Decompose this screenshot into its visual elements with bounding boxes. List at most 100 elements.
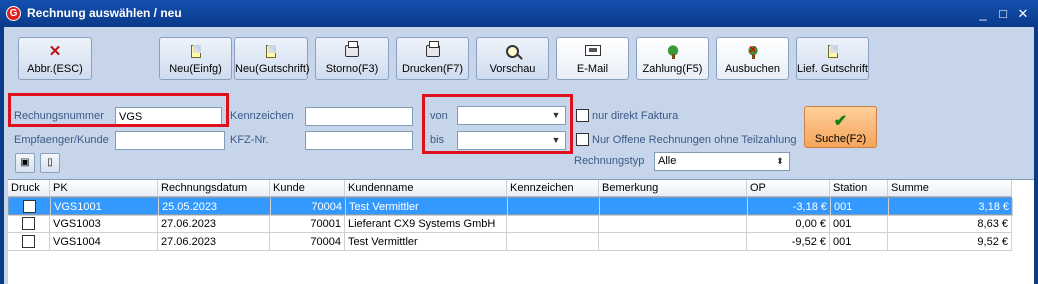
plate-input[interactable] — [305, 107, 413, 126]
storno-button[interactable]: Storno(F3) — [315, 37, 389, 80]
highlight-box-invoice-number — [8, 93, 229, 127]
cell-sum: 9,52 € — [888, 233, 1012, 251]
column-header-sum[interactable]: Summe — [888, 180, 1012, 197]
print-checkbox[interactable] — [22, 235, 35, 248]
column-header-print[interactable]: Druck — [8, 180, 50, 197]
column-header-note[interactable]: Bemerkung — [599, 180, 747, 197]
column-header-customer[interactable]: Kunde — [270, 180, 345, 197]
title-bar: G Rechnung auswählen / neu _ □ ✕ — [0, 0, 1038, 27]
cell-customer: 70004 — [270, 233, 345, 251]
cell-pk: VGS1004 — [50, 233, 158, 251]
supplier-credit-icon — [827, 45, 838, 58]
new-button-label: Neu(Einfg) — [169, 63, 222, 75]
storno-button-label: Storno(F3) — [325, 63, 379, 75]
checkmark-icon: ✔ — [833, 113, 848, 130]
spin-updown-icon[interactable]: ⬍ — [773, 154, 787, 169]
collapse-icon: ▯ — [47, 157, 53, 168]
cell-date: 27.06.2023 — [158, 215, 270, 233]
cancel-button[interactable]: ✕ Abbr.(ESC) — [18, 37, 92, 80]
collapse-all-button[interactable]: ▯ — [40, 153, 60, 173]
new-button[interactable]: Neu(Einfg) — [159, 37, 232, 80]
cell-customer: 70004 — [271, 198, 346, 216]
maximize-button[interactable]: □ — [996, 7, 1010, 21]
new-document-icon — [190, 45, 201, 58]
invoice-table: Druck PK Rechnungsdatum Kunde Kundenname… — [8, 179, 1034, 284]
cancel-x-icon: ✕ — [48, 43, 62, 60]
cell-op: -9,52 € — [747, 233, 830, 251]
cell-sum: 8,63 € — [888, 215, 1012, 233]
client-area: ✕ Abbr.(ESC) Neu(Einfg) Neu(Gutschrift) … — [4, 27, 1034, 284]
cell-customer-name: Test Vermittler — [345, 233, 507, 251]
email-icon — [584, 45, 601, 56]
print-button[interactable]: Drucken(F7) — [396, 37, 469, 80]
print-checkbox[interactable] — [22, 217, 35, 230]
cell-station: 001 — [830, 215, 888, 233]
supplier-credit-button-label: Lief. Gutschrift — [797, 63, 868, 75]
cell-plate — [508, 198, 600, 216]
direct-billing-label: nur direkt Faktura — [592, 110, 679, 122]
credit-document-icon — [266, 45, 276, 58]
book-out-button[interactable]: Ausbuchen — [716, 37, 789, 80]
payment-button[interactable]: Zahlung(F5) — [636, 37, 709, 80]
email-button-label: E-Mail — [576, 63, 609, 75]
minimize-button[interactable]: _ — [976, 7, 990, 21]
column-header-station[interactable]: Station — [830, 180, 888, 197]
table-row[interactable]: VGS1003 27.06.2023 70001 Lieferant CX9 S… — [8, 215, 1012, 233]
cancel-button-label: Abbr.(ESC) — [27, 63, 83, 75]
open-only-checkbox[interactable] — [576, 133, 589, 146]
expand-all-button[interactable]: ▣ — [15, 153, 35, 173]
recipient-label: Empfaenger/Kunde — [14, 134, 109, 146]
cell-note — [599, 233, 747, 251]
email-button[interactable]: E-Mail — [556, 37, 629, 80]
table-row[interactable]: VGS1001 25.05.2023 70004 Test Vermittler… — [8, 197, 1013, 216]
payment-tree-icon — [665, 45, 680, 59]
vin-input[interactable] — [305, 131, 413, 150]
cell-date: 27.06.2023 — [158, 233, 270, 251]
cell-station: 001 — [830, 233, 888, 251]
close-button[interactable]: ✕ — [1016, 7, 1030, 21]
cell-customer: 70001 — [270, 215, 345, 233]
cell-pk: VGS1001 — [51, 198, 159, 216]
cell-customer-name: Lieferant CX9 Systems GmbH — [345, 215, 507, 233]
storno-printer-icon — [345, 41, 359, 57]
new-credit-button[interactable]: Neu(Gutschrift) — [234, 37, 310, 80]
supplier-credit-button[interactable]: Lief. Gutschrift — [796, 37, 869, 80]
plate-label: Kennzeichen — [230, 110, 294, 122]
magnifier-icon — [506, 45, 519, 58]
cell-note — [600, 198, 748, 216]
invoice-type-value: Alle — [658, 155, 677, 167]
expand-icon: ▣ — [20, 157, 30, 168]
book-out-tree-icon — [745, 45, 760, 59]
column-header-plate[interactable]: Kennzeichen — [507, 180, 599, 197]
invoice-type-label: Rechnungstyp — [574, 155, 645, 167]
printer-icon — [425, 41, 440, 57]
app-icon: G — [6, 6, 21, 21]
new-credit-button-label: Neu(Gutschrift) — [235, 63, 310, 75]
cell-customer-name: Test Vermittler — [346, 198, 508, 216]
search-button[interactable]: ✔ Suche(F2) — [804, 106, 877, 148]
invoice-type-select[interactable]: Alle ⬍ — [654, 152, 790, 171]
cell-station: 001 — [831, 198, 889, 216]
column-header-customer-name[interactable]: Kundenname — [345, 180, 507, 197]
column-header-pk[interactable]: PK — [50, 180, 158, 197]
cell-op: 0,00 € — [747, 215, 830, 233]
cell-note — [599, 215, 747, 233]
cell-plate — [507, 215, 599, 233]
column-header-date[interactable]: Rechnungsdatum — [158, 180, 270, 197]
column-header-op[interactable]: OP — [747, 180, 830, 197]
highlight-box-date-range — [422, 94, 573, 154]
preview-button[interactable]: Vorschau — [476, 37, 549, 80]
window-title: Rechnung auswählen / neu — [27, 6, 182, 20]
direct-billing-checkbox[interactable] — [576, 109, 589, 122]
payment-button-label: Zahlung(F5) — [642, 63, 703, 75]
recipient-input[interactable] — [115, 131, 225, 150]
table-row[interactable]: VGS1004 27.06.2023 70004 Test Vermittler… — [8, 233, 1012, 251]
cell-op: -3,18 € — [748, 198, 831, 216]
open-only-label: Nur Offene Rechnungen ohne Teilzahlung — [592, 134, 797, 146]
print-button-label: Drucken(F7) — [401, 63, 464, 75]
book-out-button-label: Ausbuchen — [724, 63, 781, 75]
print-checkbox[interactable] — [23, 200, 36, 213]
cell-sum: 3,18 € — [889, 198, 1013, 216]
vin-label: KFZ-Nr. — [230, 134, 269, 146]
cell-pk: VGS1003 — [50, 215, 158, 233]
